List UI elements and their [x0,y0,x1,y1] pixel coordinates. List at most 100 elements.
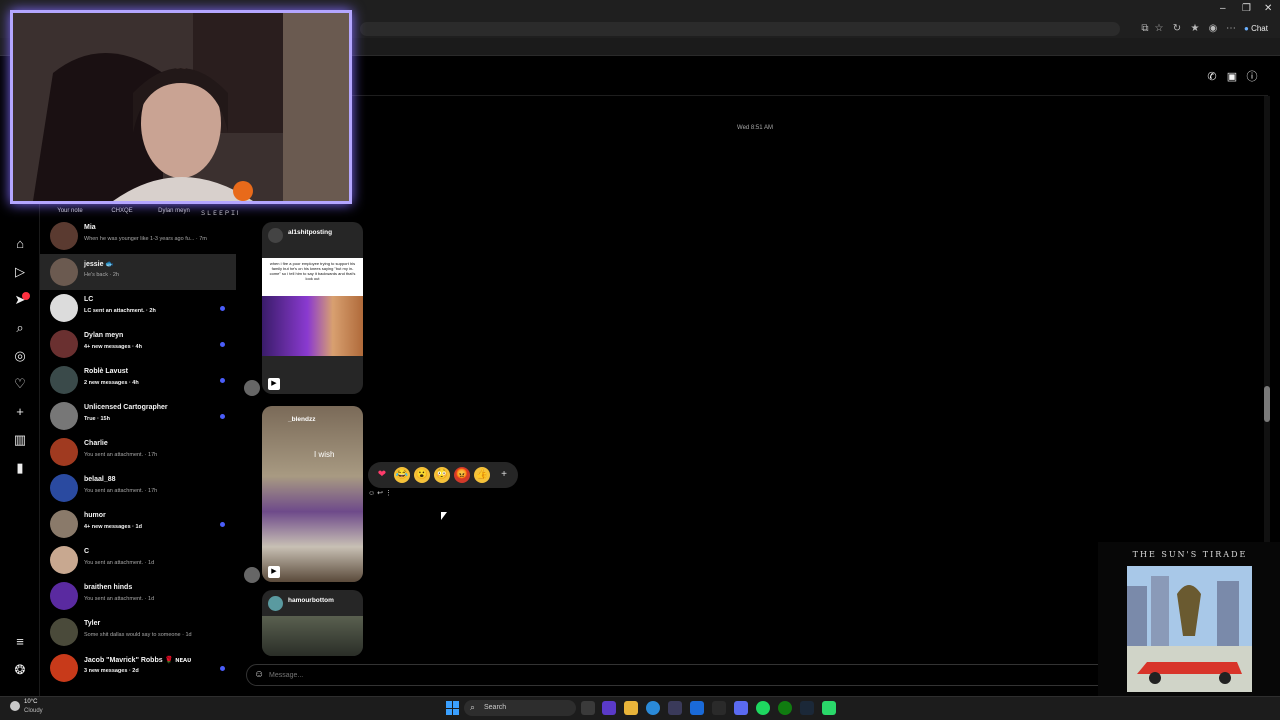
conversation-row[interactable]: belaal_88 You sent an attachment. · 17h [40,470,236,506]
edge-icon[interactable] [646,701,660,715]
webcam-overlay [10,10,352,204]
favorite-star-icon[interactable]: ☆ [1152,22,1166,36]
conversation-preview: You sent an attachment. · 1d [84,596,155,602]
scrollbar-thumb[interactable] [1264,386,1270,422]
avatar [268,228,283,243]
open-in-app-icon[interactable]: ⧉ [1138,22,1152,36]
task-view-icon[interactable] [581,701,595,715]
conversation-row[interactable]: Jacob "Mavrick" Robbs 🌹 ɴᴇᴀᴜ 3 new messag… [40,650,236,686]
conversation-name: belaal_88 [84,476,116,483]
profile-avatar-icon[interactable]: ▮ [10,458,30,478]
avatar [50,510,78,538]
conversation-preview: Some shit dallas would say to someone · … [84,632,192,638]
post-account-name: al1shitposting [288,229,333,236]
unread-dot [220,378,225,383]
conversation-row[interactable]: Roblè Lavust 2 new messages · 4h [40,362,236,398]
more-icon[interactable]: ⋮ [385,490,392,497]
conversation-row[interactable]: LC LC sent an attachment. · 2h [40,290,236,326]
more-options-icon[interactable]: ⋯ [1224,22,1238,36]
start-button-icon[interactable] [446,701,460,715]
unread-dot [220,414,225,419]
avatar [50,222,78,250]
conversation-row[interactable]: jessie 🐟 He's back · 2h [40,254,236,290]
profile-icon[interactable]: ◉ [1206,22,1220,36]
emoji-picker-icon[interactable]: ☺ [254,669,264,680]
post-header[interactable]: al1shitposting [262,222,363,248]
conversation-row[interactable]: C You sent an attachment. · 1d [40,542,236,578]
explore-icon[interactable]: ◎ [10,346,30,366]
threads-icon[interactable]: ❂ [10,660,30,680]
restore-icon[interactable]: ❐ [1242,3,1251,14]
taskbar-search[interactable]: ⌕ Search [464,700,576,716]
conversation-row[interactable]: Charlie You sent an attachment. · 17h [40,434,236,470]
app-icon[interactable] [822,701,836,715]
file-explorer-icon[interactable] [624,701,638,715]
note-label[interactable]: Dylan meyn [149,208,199,214]
post-overlay-text: I wish [314,450,335,459]
conversation-row[interactable]: humor 4+ new messages · 1d [40,506,236,542]
create-icon[interactable]: + [10,402,30,422]
heart-icon[interactable]: ♡ [10,374,30,394]
avatar [50,654,78,682]
discord-icon[interactable] [734,701,748,715]
mail-icon[interactable] [690,701,704,715]
spotify-icon[interactable] [756,701,770,715]
reel-play-icon: ▶ [268,378,280,390]
info-icon[interactable]: ⓘ [1245,70,1259,84]
note-label[interactable]: CHXQE [97,208,147,214]
xbox-icon[interactable] [778,701,792,715]
windows-taskbar [0,696,1280,720]
address-bar[interactable] [360,22,1120,36]
close-icon[interactable]: ✕ [1264,3,1272,14]
conversation-name: Roblè Lavust [84,368,128,375]
refresh-icon[interactable]: ↻ [1170,22,1184,36]
laughing-reaction-icon[interactable]: 😂 [394,467,410,483]
app-icon[interactable] [712,701,726,715]
phone-icon[interactable]: ✆ [1205,70,1219,84]
avatar [244,567,260,583]
add-reaction-icon[interactable]: + [496,467,512,483]
emoji-icon[interactable]: ☺ [368,490,375,497]
post-image [262,406,363,582]
conversation-row[interactable]: braithen hinds You sent an attachment. · … [40,578,236,614]
angry-reaction-icon[interactable]: 😡 [454,467,470,483]
favorites-icon[interactable]: ★ [1188,22,1202,36]
app-icon[interactable] [602,701,616,715]
conversation-row[interactable]: Dylan meyn 4+ new messages · 4h [40,326,236,362]
copilot-chat-button[interactable]: ● Chat [1244,22,1276,36]
conversation-row[interactable]: Tyler Some shit dallas would say to someo… [40,614,236,650]
conversation-name: jessie 🐟 [84,261,115,268]
menu-icon[interactable]: ≡ [10,632,30,652]
conversation-row[interactable]: Mia When he was younger like 1-3 years ag… [40,218,236,254]
reply-icon[interactable]: ↩ [377,490,383,497]
store-icon[interactable] [668,701,682,715]
video-call-icon[interactable]: ▣ [1225,70,1239,84]
reels-icon[interactable]: ▷ [10,262,30,282]
conversation-preview: You sent an attachment. · 17h [84,452,158,458]
notification-badge [22,292,30,300]
unread-dot [220,522,225,527]
dashboard-icon[interactable]: ▥ [10,430,30,450]
conversation-name: LC [84,296,94,303]
conversation-name: braithen hinds [84,584,133,591]
conversation-row[interactable]: Unlicensed Cartographer True · 15h [40,398,236,434]
shared-post[interactable]: hamourbottom [262,590,363,656]
shared-post[interactable]: _blendzz I wish ▶ [262,406,363,582]
conversation-preview: LC sent an attachment. · 2h [84,308,156,314]
weather-temperature[interactable]: 10°C [24,699,37,705]
thumbs-up-reaction-icon[interactable]: 👍 [474,467,490,483]
note-label[interactable]: Your note [45,208,95,214]
heart-reaction-icon[interactable]: ❤ [374,467,390,483]
flushed-reaction-icon[interactable]: 😳 [434,467,450,483]
shared-post[interactable]: al1shitposting when i fire a poor employ… [262,222,363,394]
search-icon[interactable]: ⌕ [10,318,30,338]
message-input[interactable] [269,668,869,682]
steam-icon[interactable] [800,701,814,715]
album-art[interactable] [1127,566,1252,692]
post-header[interactable]: hamourbottom [262,590,363,616]
surprised-reaction-icon[interactable]: 😮 [414,467,430,483]
home-icon[interactable]: ⌂ [10,234,30,254]
avatar [50,438,78,466]
weather-icon[interactable] [10,701,20,711]
minimize-icon[interactable]: – [1220,3,1226,14]
